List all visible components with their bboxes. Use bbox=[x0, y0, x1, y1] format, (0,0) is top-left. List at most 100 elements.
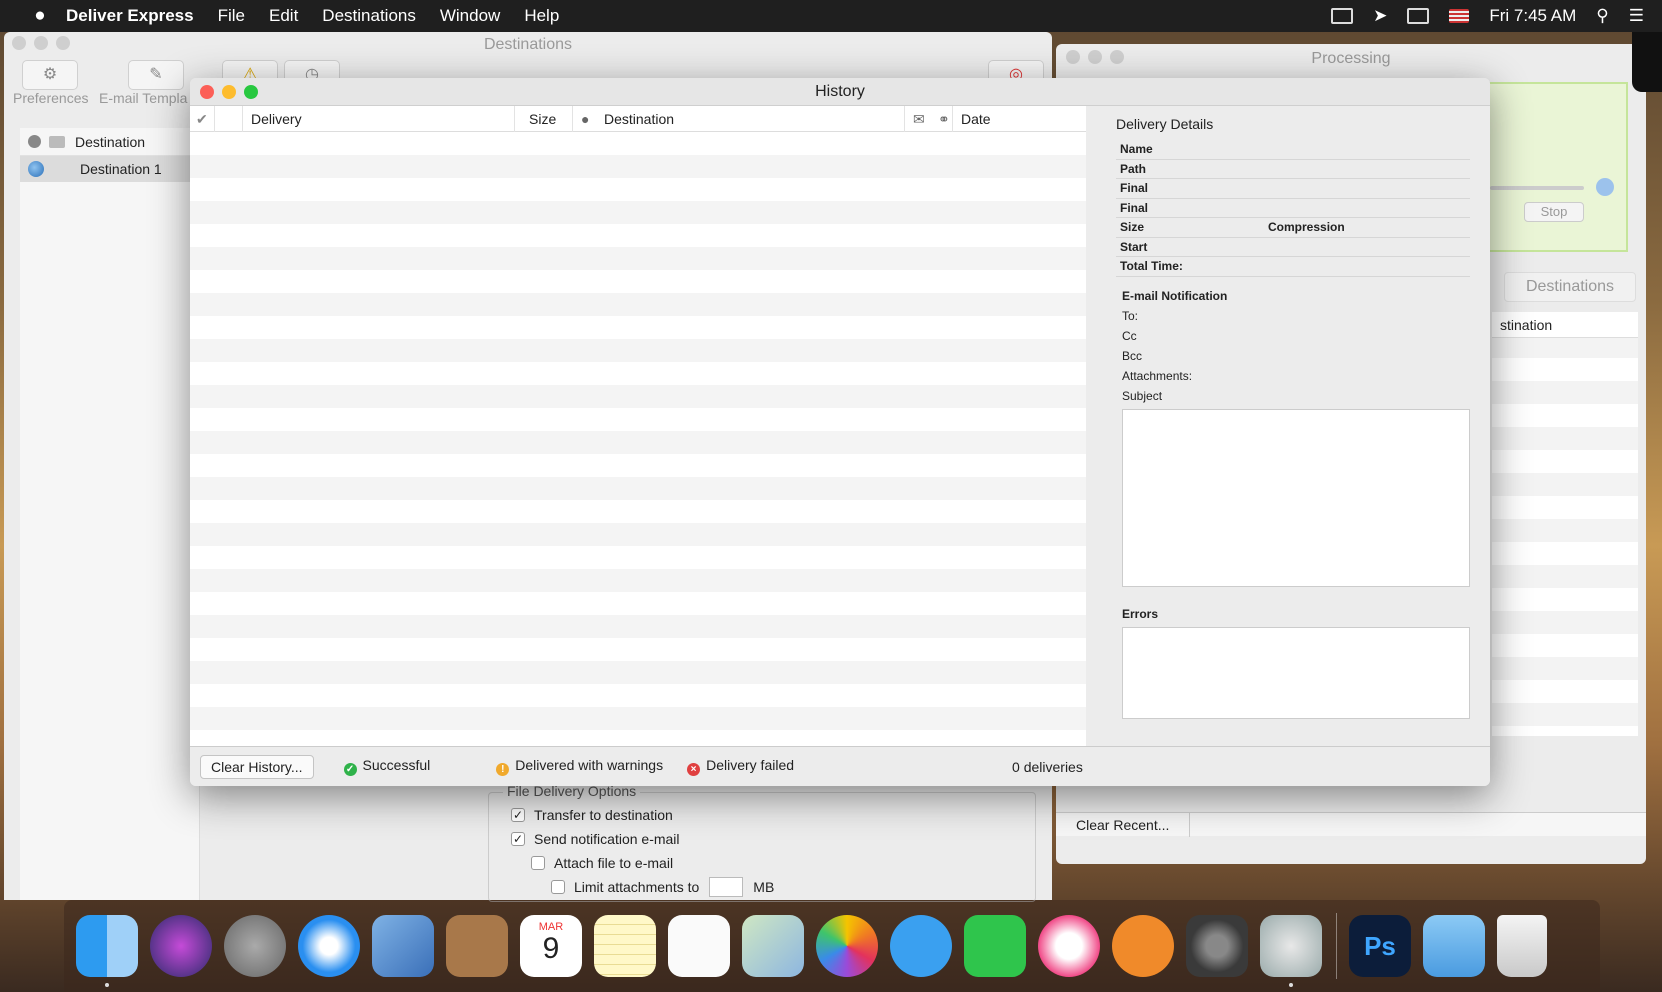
sidebar-item-label: Destination 1 bbox=[80, 161, 162, 177]
menu-clock[interactable]: Fri 7:45 AM bbox=[1489, 6, 1576, 26]
menu-window[interactable]: Window bbox=[440, 6, 500, 26]
detail-size: Size bbox=[1120, 220, 1145, 234]
email-envelope-icon[interactable]: ✉ bbox=[904, 106, 930, 132]
legend-failed-label: Delivery failed bbox=[706, 757, 795, 773]
menu-file[interactable]: File bbox=[218, 6, 245, 26]
legend-failed: × Delivery failed bbox=[687, 757, 794, 776]
attach-option[interactable]: Attach file to e-mail bbox=[511, 851, 1013, 875]
column-spacer bbox=[214, 106, 242, 132]
limit-size-input[interactable] bbox=[709, 877, 744, 897]
column-delivery[interactable]: Delivery bbox=[242, 106, 514, 132]
photos-icon[interactable] bbox=[816, 915, 878, 977]
warning-exclamation-icon: ! bbox=[496, 763, 510, 776]
transfer-checkbox[interactable]: ✓ bbox=[511, 808, 525, 822]
transfer-label: Transfer to destination bbox=[534, 807, 673, 823]
ibooks-icon[interactable] bbox=[1112, 915, 1174, 977]
system-preferences-gear-icon[interactable] bbox=[1186, 915, 1248, 977]
recent-list-header[interactable]: stination bbox=[1492, 312, 1638, 338]
notify-label: Send notification e-mail bbox=[534, 831, 680, 847]
reminders-icon[interactable] bbox=[668, 915, 730, 977]
notification-center-icon[interactable]: ☰ bbox=[1629, 6, 1644, 26]
destinations-tab[interactable]: Destinations bbox=[1504, 272, 1636, 302]
legend-successful-label: Successful bbox=[362, 757, 431, 773]
sidebar-item-destination-1[interactable]: Destination 1 bbox=[20, 156, 199, 182]
finder-icon[interactable] bbox=[76, 915, 138, 987]
legend-warnings-label: Delivered with warnings bbox=[515, 757, 664, 773]
input-source-flag-icon[interactable] bbox=[1449, 9, 1470, 23]
menu-destinations[interactable]: Destinations bbox=[322, 6, 416, 26]
table-header: ✔ Delivery Size ● Destination ✉ ⚭ Date bbox=[190, 106, 1086, 132]
trash-icon[interactable] bbox=[1497, 915, 1547, 977]
processing-preview bbox=[1480, 82, 1628, 252]
detail-path: Path bbox=[1116, 160, 1470, 179]
location-icon[interactable]: ➤ bbox=[1373, 6, 1387, 26]
detail-size-row: Size Compression bbox=[1116, 218, 1470, 238]
email-attachments: Attachments: bbox=[1122, 368, 1193, 383]
window-title: History bbox=[815, 83, 865, 100]
success-check-icon: ✓ bbox=[343, 763, 357, 776]
deliver-express-icon[interactable] bbox=[1260, 915, 1322, 987]
limit-option[interactable]: Limit attachments to MB bbox=[511, 875, 1013, 899]
sidebar-header: Destination bbox=[20, 128, 199, 156]
spotlight-search-icon[interactable]: ⚲ bbox=[1596, 6, 1608, 26]
recent-list bbox=[1492, 312, 1638, 736]
history-window: History ✔ Delivery Size ● Destination ✉ … bbox=[190, 78, 1490, 786]
clear-recent-bar: Clear Recent... bbox=[1056, 812, 1646, 837]
display-icon[interactable] bbox=[1407, 8, 1430, 24]
notify-option[interactable]: ✓ Send notification e-mail bbox=[511, 827, 1013, 851]
clear-recent-button[interactable]: Clear Recent... bbox=[1056, 813, 1191, 837]
slider-knob[interactable] bbox=[1596, 178, 1614, 196]
globe-icon bbox=[28, 161, 44, 177]
calendar-icon[interactable]: MAR 9 bbox=[520, 915, 582, 977]
errors-textarea[interactable] bbox=[1122, 626, 1470, 719]
column-destination[interactable]: Destination bbox=[596, 106, 904, 132]
attachment-paperclip-icon[interactable]: ⚭ bbox=[930, 106, 952, 132]
limit-unit: MB bbox=[753, 879, 775, 895]
column-date[interactable]: Date bbox=[952, 106, 1086, 132]
detail-start: Start bbox=[1116, 238, 1470, 257]
history-titlebar: History bbox=[190, 78, 1490, 106]
attach-label: Attach file to e-mail bbox=[554, 855, 674, 871]
progress-slider[interactable] bbox=[1490, 186, 1584, 190]
airplay-icon[interactable] bbox=[1331, 8, 1354, 24]
column-size[interactable]: Size bbox=[514, 106, 572, 132]
facetime-icon[interactable] bbox=[964, 915, 1026, 977]
destination-sidebar: Destination Destination 1 bbox=[20, 128, 200, 900]
running-indicator bbox=[1289, 983, 1293, 987]
menu-bar: ● Deliver Express File Edit Destinations… bbox=[0, 0, 1662, 32]
safari-compass-icon[interactable] bbox=[298, 915, 360, 977]
launchpad-rocket-icon[interactable] bbox=[224, 915, 286, 977]
notify-checkbox[interactable]: ✓ bbox=[511, 832, 525, 846]
status-column-icon[interactable]: ✔ bbox=[190, 106, 214, 132]
history-footer: Clear History... ✓ Successful ! Delivered … bbox=[190, 746, 1490, 786]
failed-x-icon: × bbox=[687, 763, 701, 776]
email-body-textarea[interactable] bbox=[1122, 408, 1470, 587]
preferences-gear-icon[interactable]: ⚙ bbox=[22, 60, 78, 90]
apple-menu-icon[interactable]: ● bbox=[28, 5, 52, 27]
email-notification-heading: E-mail Notification bbox=[1122, 288, 1228, 303]
menu-help[interactable]: Help bbox=[524, 6, 559, 26]
history-table: ✔ Delivery Size ● Destination ✉ ⚭ Date bbox=[190, 106, 1086, 746]
messages-icon[interactable] bbox=[890, 915, 952, 977]
email-subject: Subject bbox=[1122, 388, 1163, 403]
detail-final-1: Final bbox=[1116, 179, 1470, 199]
transfer-option[interactable]: ✓ Transfer to destination bbox=[511, 803, 1013, 827]
contacts-icon[interactable] bbox=[446, 915, 508, 977]
detail-name: Name bbox=[1116, 140, 1470, 160]
limit-checkbox[interactable] bbox=[551, 880, 565, 894]
notes-icon[interactable] bbox=[594, 915, 656, 977]
destination-globe-icon[interactable]: ● bbox=[572, 106, 596, 132]
photoshop-icon[interactable]: Ps bbox=[1349, 915, 1411, 977]
menu-app-name[interactable]: Deliver Express bbox=[66, 6, 194, 26]
attach-checkbox[interactable] bbox=[531, 856, 545, 870]
clear-history-button[interactable]: Clear History... bbox=[200, 754, 314, 779]
mail-icon[interactable] bbox=[372, 915, 434, 977]
email-template-icon[interactable]: ✎ bbox=[128, 60, 184, 90]
menu-edit[interactable]: Edit bbox=[269, 6, 298, 26]
preview-icon[interactable] bbox=[742, 915, 804, 977]
stop-button[interactable]: Stop bbox=[1524, 202, 1584, 222]
itunes-music-icon[interactable] bbox=[1038, 915, 1100, 977]
applications-folder-icon[interactable] bbox=[1423, 915, 1485, 977]
siri-icon[interactable] bbox=[150, 915, 212, 977]
window-title: Processing bbox=[1311, 50, 1391, 67]
